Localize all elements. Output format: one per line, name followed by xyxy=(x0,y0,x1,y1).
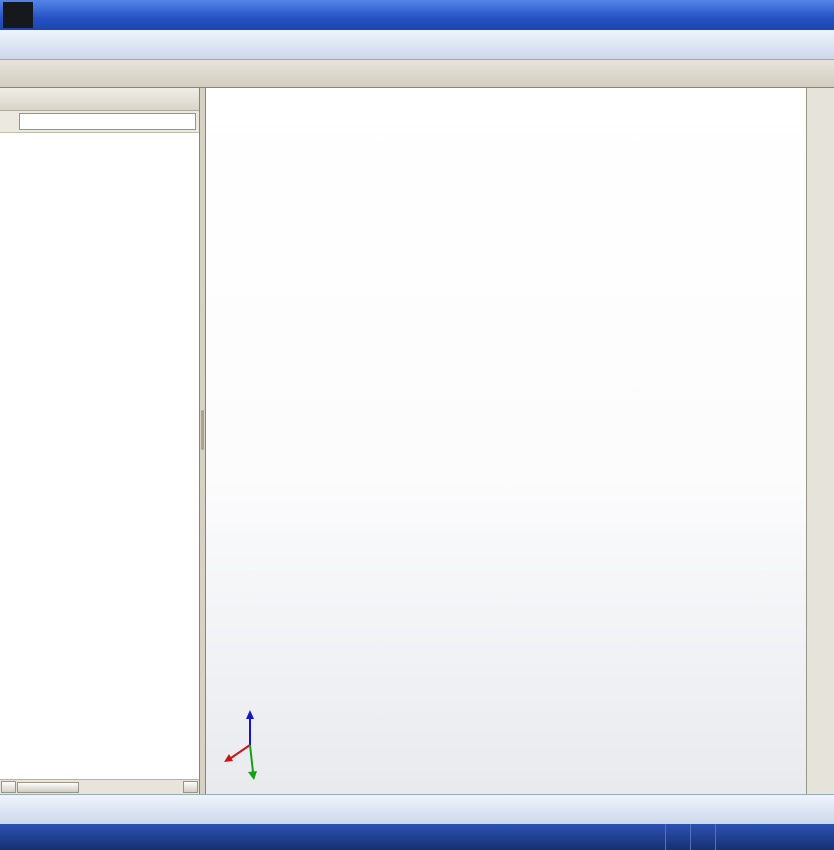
graphics-area[interactable] xyxy=(206,88,806,794)
task-pane-strip xyxy=(806,88,834,794)
filter-funnel-icon xyxy=(3,115,16,128)
scroll-left-button[interactable] xyxy=(1,781,16,793)
cart-assembly-model[interactable] xyxy=(206,88,806,794)
sketch-toolbar xyxy=(0,794,834,824)
scroll-track[interactable] xyxy=(16,781,183,793)
splitter-grip[interactable] xyxy=(201,410,204,450)
feature-tree xyxy=(0,133,199,779)
pane-icon xyxy=(811,829,828,846)
task-pane-toggle-icon[interactable] xyxy=(810,829,828,845)
viewport-header xyxy=(199,60,834,87)
scroll-thumb[interactable] xyxy=(17,781,79,793)
solidworks-logo xyxy=(3,2,33,28)
scroll-right-button[interactable] xyxy=(183,781,198,793)
tree-filter-input[interactable] xyxy=(19,113,196,130)
left-arrow-icon xyxy=(0,779,17,796)
tree-filter-row xyxy=(0,111,199,133)
orientation-triad xyxy=(224,710,257,780)
assembly-toolbar xyxy=(0,30,834,60)
editing-state-text xyxy=(690,824,715,850)
commandmanager-tab-row xyxy=(0,60,834,88)
status-bar xyxy=(0,824,834,850)
solidworks-window xyxy=(0,0,834,850)
feature-manager-panel xyxy=(0,88,200,794)
y-axis-arrow xyxy=(248,771,257,780)
tree-horizontal-scrollbar[interactable] xyxy=(0,779,199,794)
statusbar-customize[interactable] xyxy=(715,824,740,850)
main-body xyxy=(0,88,834,794)
title-bar xyxy=(0,0,834,30)
right-arrow-icon xyxy=(182,779,199,796)
z-axis-arrow xyxy=(246,710,254,719)
define-state-text xyxy=(665,824,690,850)
panel-tab-strip xyxy=(0,88,199,111)
